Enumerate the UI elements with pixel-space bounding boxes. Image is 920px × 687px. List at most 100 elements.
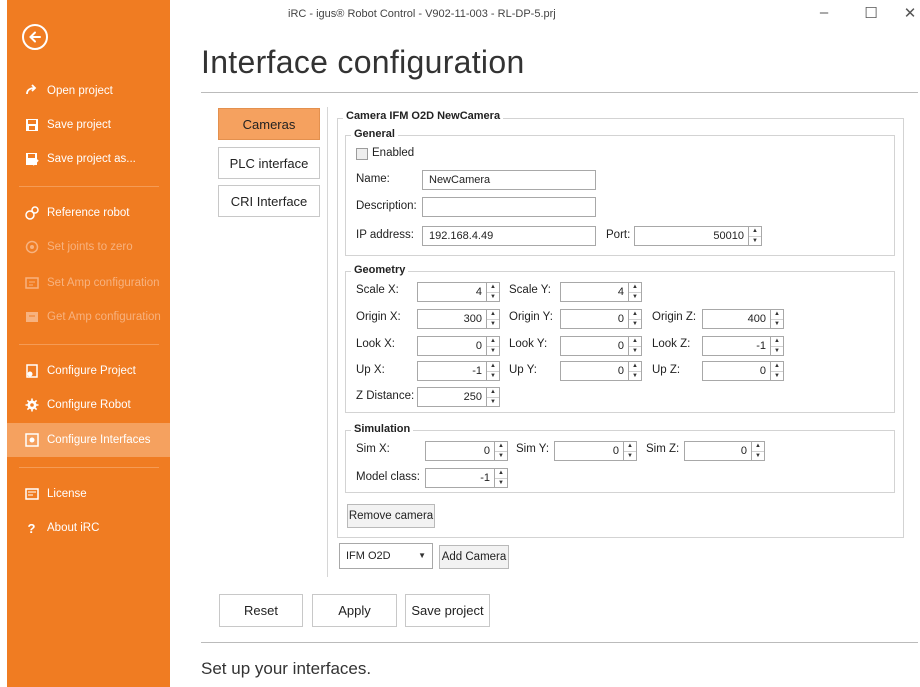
close-icon[interactable]: ✕ bbox=[900, 4, 920, 22]
spin-up-icon[interactable]: ▲ bbox=[629, 362, 641, 371]
sim-y-value[interactable]: 0 bbox=[554, 441, 623, 461]
remove-camera-button[interactable]: Remove camera bbox=[347, 504, 435, 528]
description-field[interactable] bbox=[422, 197, 596, 217]
spin-down-icon[interactable]: ▼ bbox=[771, 370, 783, 381]
spin-buttons[interactable]: ▲ ▼ bbox=[751, 441, 765, 461]
sim-x-stepper[interactable]: 0 ▲ ▼ bbox=[425, 441, 508, 461]
spin-up-icon[interactable]: ▲ bbox=[749, 227, 761, 236]
spin-down-icon[interactable]: ▼ bbox=[487, 396, 499, 407]
enabled-checkbox[interactable] bbox=[356, 148, 368, 160]
scale-x-value[interactable]: 4 bbox=[417, 282, 486, 302]
look-x-value[interactable]: 0 bbox=[417, 336, 486, 356]
sim-z-stepper[interactable]: 0 ▲ ▼ bbox=[684, 441, 765, 461]
spin-down-icon[interactable]: ▼ bbox=[487, 345, 499, 356]
spin-up-icon[interactable]: ▲ bbox=[487, 337, 499, 346]
spin-down-icon[interactable]: ▼ bbox=[629, 370, 641, 381]
minimize-icon[interactable]: – bbox=[814, 4, 834, 21]
maximize-icon[interactable]: ☐ bbox=[861, 4, 881, 22]
spin-buttons[interactable]: ▲ ▼ bbox=[770, 336, 784, 356]
spin-down-icon[interactable]: ▼ bbox=[771, 345, 783, 356]
spin-up-icon[interactable]: ▲ bbox=[629, 337, 641, 346]
spin-buttons[interactable]: ▲ ▼ bbox=[486, 309, 500, 329]
spin-up-icon[interactable]: ▲ bbox=[771, 310, 783, 319]
camera-type-select[interactable]: IFM O2D ▼ bbox=[339, 543, 433, 569]
spin-up-icon[interactable]: ▲ bbox=[771, 337, 783, 346]
look-y-value[interactable]: 0 bbox=[560, 336, 628, 356]
sidebar-item-configure-interfaces[interactable]: Configure Interfaces bbox=[7, 423, 170, 457]
spin-up-icon[interactable]: ▲ bbox=[487, 388, 499, 397]
chevron-down-icon[interactable]: ▼ bbox=[418, 551, 426, 560]
ip-address-field[interactable]: 192.168.4.49 bbox=[422, 226, 596, 246]
spin-down-icon[interactable]: ▼ bbox=[629, 318, 641, 329]
spin-buttons[interactable]: ▲ ▼ bbox=[628, 361, 642, 381]
sim-y-stepper[interactable]: 0 ▲ ▼ bbox=[554, 441, 637, 461]
origin-y-stepper[interactable]: 0 ▲ ▼ bbox=[560, 309, 642, 329]
scale-x-stepper[interactable]: 4 ▲ ▼ bbox=[417, 282, 500, 302]
spin-up-icon[interactable]: ▲ bbox=[629, 283, 641, 292]
spin-buttons[interactable]: ▲ ▼ bbox=[770, 361, 784, 381]
sidebar-item-reference-robot[interactable]: Reference robot bbox=[7, 196, 170, 230]
origin-z-value[interactable]: 400 bbox=[702, 309, 770, 329]
sidebar-item-configure-project[interactable]: Configure Project bbox=[7, 354, 170, 388]
tab-plc-interface[interactable]: PLC interface bbox=[218, 147, 320, 179]
scale-y-value[interactable]: 4 bbox=[560, 282, 628, 302]
sidebar-item-save-project[interactable]: Save project bbox=[7, 108, 170, 142]
apply-button[interactable]: Apply bbox=[312, 594, 397, 627]
up-z-stepper[interactable]: 0 ▲ ▼ bbox=[702, 361, 784, 381]
spin-buttons[interactable]: ▲ ▼ bbox=[748, 226, 762, 246]
sim-x-value[interactable]: 0 bbox=[425, 441, 494, 461]
spin-down-icon[interactable]: ▼ bbox=[495, 477, 507, 488]
spin-buttons[interactable]: ▲ ▼ bbox=[628, 336, 642, 356]
spin-down-icon[interactable]: ▼ bbox=[771, 318, 783, 329]
spin-buttons[interactable]: ▲ ▼ bbox=[770, 309, 784, 329]
spin-buttons[interactable]: ▲ ▼ bbox=[486, 361, 500, 381]
up-z-value[interactable]: 0 bbox=[702, 361, 770, 381]
spin-up-icon[interactable]: ▲ bbox=[771, 362, 783, 371]
spin-up-icon[interactable]: ▲ bbox=[752, 442, 764, 451]
spin-up-icon[interactable]: ▲ bbox=[495, 469, 507, 478]
spin-up-icon[interactable]: ▲ bbox=[487, 362, 499, 371]
spin-up-icon[interactable]: ▲ bbox=[495, 442, 507, 451]
up-y-value[interactable]: 0 bbox=[560, 361, 628, 381]
port-stepper[interactable]: 50010 ▲ ▼ bbox=[634, 226, 762, 246]
spin-up-icon[interactable]: ▲ bbox=[629, 310, 641, 319]
up-x-value[interactable]: -1 bbox=[417, 361, 486, 381]
save-project-button[interactable]: Save project bbox=[405, 594, 490, 627]
name-field[interactable]: NewCamera bbox=[422, 170, 596, 190]
sim-z-value[interactable]: 0 bbox=[684, 441, 751, 461]
spin-buttons[interactable]: ▲ ▼ bbox=[494, 441, 508, 461]
spin-buttons[interactable]: ▲ ▼ bbox=[628, 309, 642, 329]
sidebar-item-configure-robot[interactable]: Configure Robot bbox=[7, 388, 170, 422]
spin-down-icon[interactable]: ▼ bbox=[749, 235, 761, 246]
sidebar-item-save-project-as[interactable]: Save project as... bbox=[7, 142, 170, 176]
back-arrow-icon[interactable] bbox=[22, 24, 48, 50]
sidebar-item-license[interactable]: License bbox=[7, 477, 170, 511]
origin-y-value[interactable]: 0 bbox=[560, 309, 628, 329]
origin-x-stepper[interactable]: 300 ▲ ▼ bbox=[417, 309, 500, 329]
model-class-value[interactable]: -1 bbox=[425, 468, 494, 488]
reset-button[interactable]: Reset bbox=[219, 594, 303, 627]
spin-down-icon[interactable]: ▼ bbox=[487, 318, 499, 329]
model-class-stepper[interactable]: -1 ▲ ▼ bbox=[425, 468, 508, 488]
z-distance-stepper[interactable]: 250 ▲ ▼ bbox=[417, 387, 500, 407]
up-x-stepper[interactable]: -1 ▲ ▼ bbox=[417, 361, 500, 381]
look-z-stepper[interactable]: -1 ▲ ▼ bbox=[702, 336, 784, 356]
add-camera-button[interactable]: Add Camera bbox=[439, 545, 509, 569]
origin-x-value[interactable]: 300 bbox=[417, 309, 486, 329]
spin-down-icon[interactable]: ▼ bbox=[629, 345, 641, 356]
spin-up-icon[interactable]: ▲ bbox=[487, 283, 499, 292]
spin-buttons[interactable]: ▲ ▼ bbox=[494, 468, 508, 488]
port-value[interactable]: 50010 bbox=[634, 226, 748, 246]
look-x-stepper[interactable]: 0 ▲ ▼ bbox=[417, 336, 500, 356]
look-y-stepper[interactable]: 0 ▲ ▼ bbox=[560, 336, 642, 356]
up-y-stepper[interactable]: 0 ▲ ▼ bbox=[560, 361, 642, 381]
spin-buttons[interactable]: ▲ ▼ bbox=[486, 387, 500, 407]
sidebar-item-open-project[interactable]: Open project bbox=[7, 74, 170, 108]
spin-down-icon[interactable]: ▼ bbox=[487, 291, 499, 302]
spin-down-icon[interactable]: ▼ bbox=[487, 370, 499, 381]
spin-down-icon[interactable]: ▼ bbox=[624, 450, 636, 461]
spin-up-icon[interactable]: ▲ bbox=[487, 310, 499, 319]
spin-buttons[interactable]: ▲ ▼ bbox=[486, 336, 500, 356]
spin-down-icon[interactable]: ▼ bbox=[752, 450, 764, 461]
sidebar-item-about[interactable]: ? About iRC bbox=[7, 511, 170, 545]
